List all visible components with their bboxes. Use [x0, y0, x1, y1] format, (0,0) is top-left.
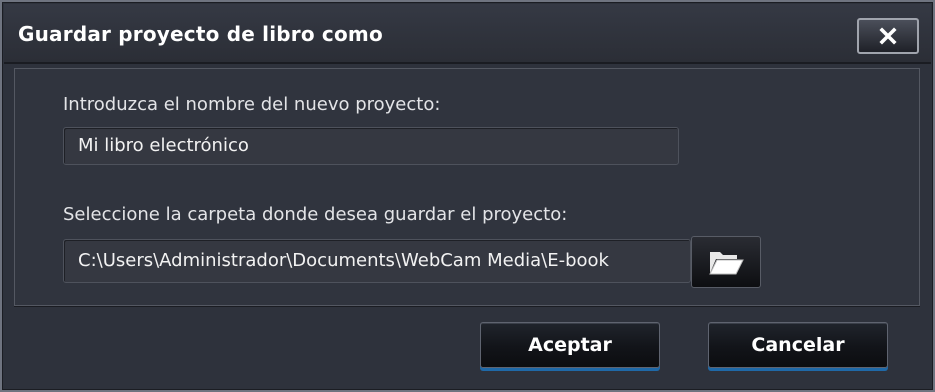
form-panel: Introduzca el nombre del nuevo proyecto:… — [14, 68, 920, 306]
project-name-input[interactable]: Mi libro electrónico — [63, 127, 679, 165]
browse-folder-button[interactable] — [691, 236, 761, 288]
dialog-footer: Aceptar Cancelar — [14, 306, 920, 383]
folder-label: Seleccione la carpeta donde desea guarda… — [63, 204, 568, 225]
accept-button[interactable]: Aceptar — [480, 322, 660, 368]
project-name-label: Introduzca el nombre del nuevo proyecto: — [63, 94, 441, 115]
folder-path-input[interactable]: C:\Users\Administrador\Documents\WebCam … — [63, 239, 691, 283]
save-project-dialog: Guardar proyecto de libro como Introduzc… — [0, 0, 935, 392]
title-bar: Guardar proyecto de libro como — [4, 4, 931, 64]
folder-open-icon — [709, 252, 744, 275]
dialog-title: Guardar proyecto de libro como — [18, 22, 383, 46]
close-icon — [879, 27, 897, 45]
close-button[interactable] — [857, 18, 919, 54]
cancel-button[interactable]: Cancelar — [708, 322, 888, 368]
